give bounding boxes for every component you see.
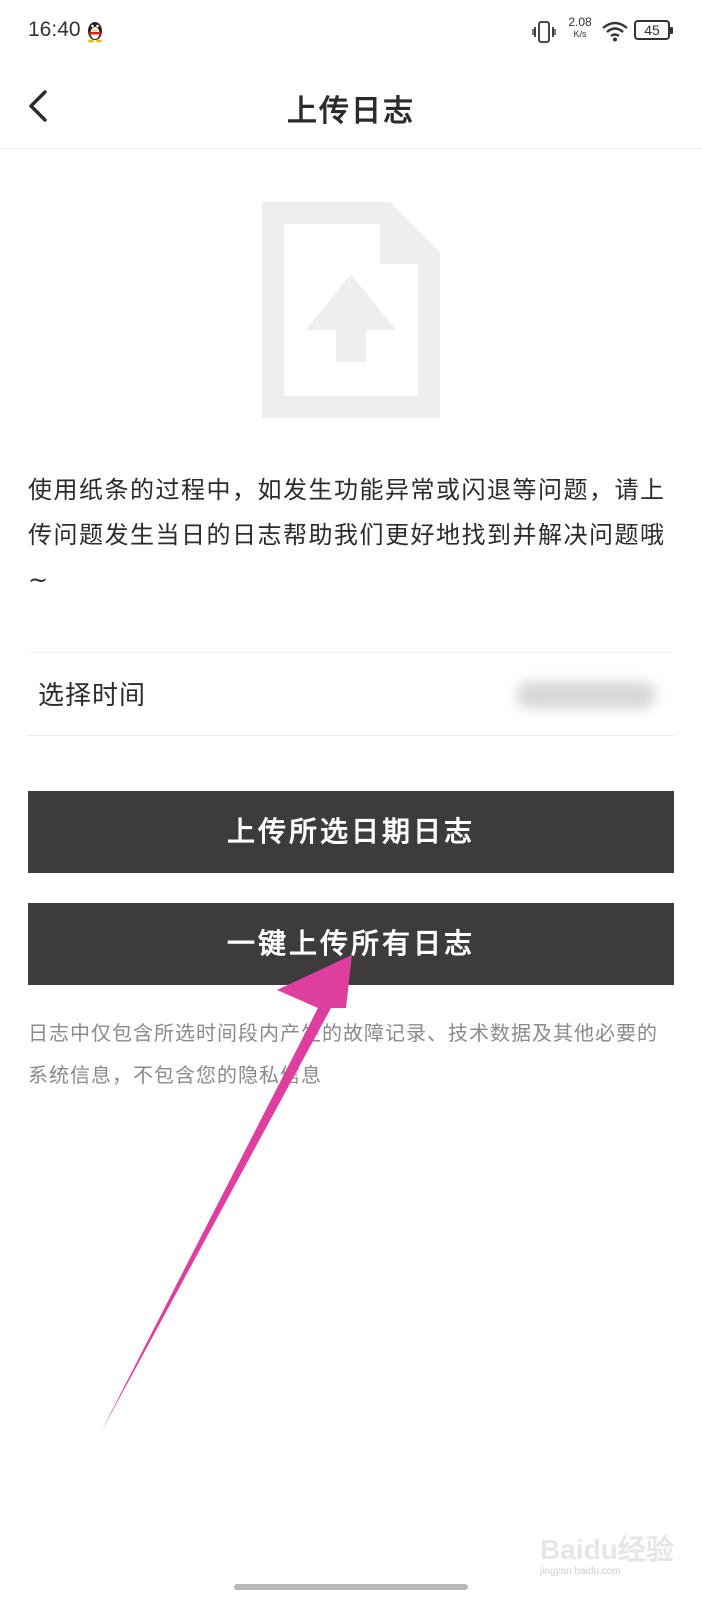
status-bar: 16:40 2.08 K/s 45 bbox=[0, 0, 702, 64]
navigation-bar: 上传日志 bbox=[0, 64, 702, 149]
network-speed: 2.08 K/s bbox=[565, 16, 595, 40]
file-upload-icon bbox=[262, 202, 440, 418]
wifi-icon bbox=[602, 21, 628, 42]
network-speed-unit: K/s bbox=[573, 29, 587, 39]
home-indicator[interactable] bbox=[234, 1584, 468, 1590]
upload-all-logs-button[interactable]: 一键上传所有日志 bbox=[28, 903, 674, 985]
select-time-label: 选择时间 bbox=[38, 681, 147, 711]
page-title: 上传日志 bbox=[287, 94, 415, 129]
network-speed-value: 2.08 bbox=[568, 15, 592, 29]
qq-penguin-icon bbox=[88, 22, 102, 43]
baidu-watermark: Baidu经验 jingyan.baidu.com bbox=[540, 1524, 680, 1584]
description-text: 使用纸条的过程中，如发生功能异常或闪退等问题，请上传问题发生当日的日志帮助我们更… bbox=[28, 476, 666, 594]
battery-level: 45 bbox=[644, 22, 660, 38]
battery-icon: 45 bbox=[634, 20, 673, 40]
watermark-url: jingyan.baidu.com bbox=[540, 1566, 621, 1577]
privacy-note: 日志中仅包含所选时间段内产生的故障记录、技术数据及其他必要的系统信息，不包含您的… bbox=[28, 1021, 658, 1087]
select-time-row[interactable]: 选择时间 bbox=[28, 652, 674, 736]
status-time: 16:40 bbox=[28, 18, 81, 41]
vibrate-icon bbox=[532, 21, 556, 43]
upload-selected-date-button[interactable]: 上传所选日期日志 bbox=[28, 791, 674, 873]
selected-time-value-blurred bbox=[516, 681, 656, 709]
watermark-brand: Baidu经验 bbox=[540, 1534, 674, 1565]
